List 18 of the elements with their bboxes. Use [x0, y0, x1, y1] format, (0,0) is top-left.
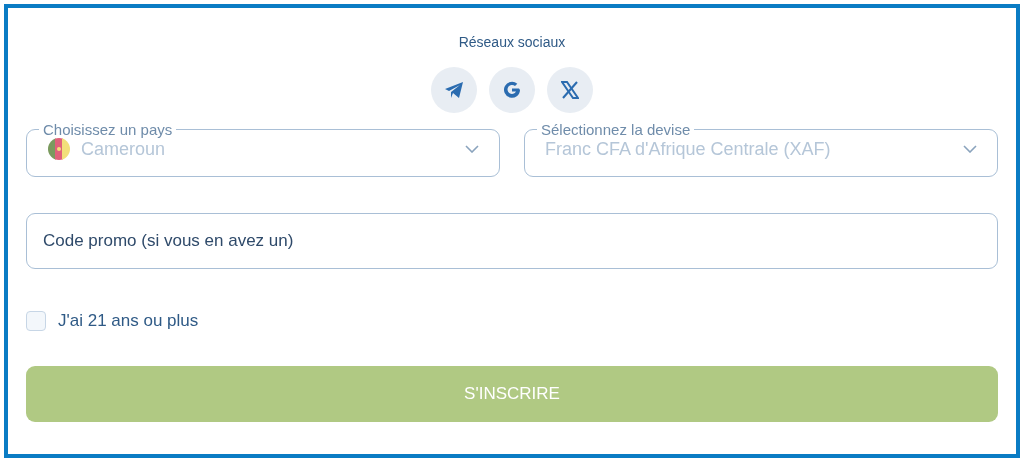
flag-icon	[47, 137, 71, 161]
x-button[interactable]	[547, 67, 593, 113]
field-label: Choisissez un pays	[42, 121, 174, 138]
checkbox-label: J'ai 21 ans ou plus	[58, 311, 199, 331]
section-title: Réseaux sociaux	[458, 34, 566, 50]
google-icon	[502, 80, 522, 100]
promo-code-field[interactable]: Code promo (si vous en avez un)	[26, 213, 998, 269]
paper-plane-icon	[444, 81, 464, 99]
select-value: Cameroun	[81, 138, 167, 160]
telegram-button[interactable]	[431, 67, 477, 113]
google-button[interactable]	[489, 67, 535, 113]
x-logo-icon	[561, 81, 579, 99]
register-button[interactable]: S'INSCRIRE	[26, 366, 998, 422]
field-label: Sélectionnez la devise	[540, 121, 692, 138]
chevron-down-icon	[963, 145, 977, 153]
checkbox[interactable]	[26, 311, 46, 331]
chevron-down-icon	[465, 145, 479, 153]
select-value: Franc CFA d'Afrique Centrale (XAF)	[545, 138, 832, 160]
